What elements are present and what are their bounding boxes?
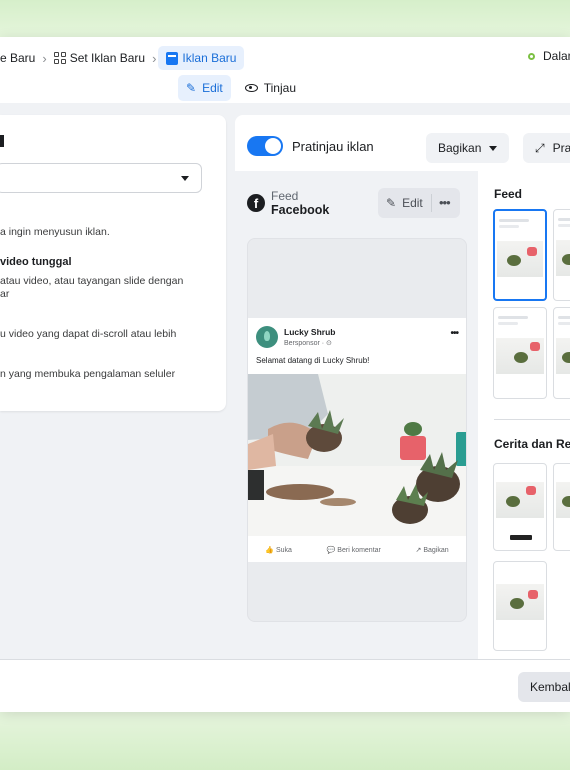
advanced-preview-button[interactable]: ⤢ Pra	[523, 133, 570, 163]
status-indicator: Dalan	[528, 49, 570, 63]
chevron-right-icon: ›	[152, 50, 157, 66]
placement-platform: Facebook	[271, 203, 330, 217]
phone-mockup: Lucky Shrub Bersponsor · ⊙ ••• Selamat d…	[247, 238, 467, 622]
post-caption: Selamat datang di Lucky Shrub!	[256, 356, 370, 365]
status-label: Dalan	[543, 49, 570, 63]
post-share[interactable]: ↗ Bagikan	[416, 546, 449, 554]
format-option-instant-desc: n yang membuka pengalaman seluler	[0, 368, 176, 380]
thumbnail-feed-4[interactable]	[553, 307, 570, 399]
succulent-photo	[248, 374, 466, 536]
format-option-single-desc-2: ar	[0, 288, 10, 300]
breadcrumb-ad-label: Iklan Baru	[182, 51, 237, 65]
breadcrumb-ad[interactable]: Iklan Baru	[158, 46, 245, 70]
thumbnail-instagram-feed[interactable]	[553, 209, 570, 301]
breadcrumb-campaign-label: e Baru	[0, 51, 36, 65]
preview-toggle[interactable]	[247, 136, 283, 156]
ad-preview-panel: Pratinjau iklan Bagikan ⤢ Pra f Feed Fac…	[235, 115, 570, 659]
more-options-icon: •••	[450, 328, 458, 339]
avatar	[256, 326, 278, 348]
caret-down-icon	[181, 176, 189, 181]
tab-review[interactable]: Tinjau	[237, 75, 304, 101]
placement-edit-button[interactable]: ✎ Edit •••	[378, 188, 460, 218]
back-button-label: Kembal	[530, 680, 570, 694]
facebook-icon: f	[247, 194, 265, 212]
divider	[494, 419, 570, 420]
status-dot-icon	[528, 52, 535, 60]
divider	[431, 194, 432, 212]
thumbnail-feed-3[interactable]	[493, 307, 547, 399]
share-button-label: Bagikan	[438, 141, 482, 155]
post-sponsored-label: Bersponsor · ⊙	[284, 340, 332, 347]
ad-setup-card: a ingin menyusun iklan. video tunggal at…	[0, 115, 226, 411]
stories-section-title: Cerita dan Re	[494, 437, 570, 451]
mode-tabs: ✎ Edit Tinjau	[178, 75, 304, 101]
feed-section-title: Feed	[494, 187, 523, 201]
placement-thumbnails: Feed Cerita dan Re	[483, 171, 570, 659]
more-options-icon[interactable]: •••	[439, 195, 451, 210]
format-option-carousel-desc: u video yang dapat di-scroll atau lebih	[0, 328, 177, 340]
share-button[interactable]: Bagikan	[426, 133, 510, 163]
eye-icon	[244, 84, 258, 92]
placement-edit-label: Edit	[402, 196, 423, 210]
thumbnail-facebook-feed[interactable]	[493, 209, 547, 301]
format-option-single-desc: atau video, atau tayangan slide dengan	[0, 275, 184, 287]
main-content: a ingin menyusun iklan. video tunggal at…	[0, 103, 570, 659]
format-option-single-label[interactable]: video tunggal	[0, 255, 72, 269]
format-dropdown[interactable]	[0, 163, 202, 193]
post-actions: 👍 Suka 💬 Beri komentar ↗ Bagikan	[248, 540, 466, 560]
ads-manager-window: e Baru › Set Iklan Baru › Iklan Baru Dal…	[0, 37, 570, 712]
breadcrumb-adset[interactable]: Set Iklan Baru	[49, 46, 150, 70]
placement-preview: f Feed Facebook ✎ Edit ••• Lucky Shrub B…	[235, 171, 478, 659]
format-description: a ingin menyusun iklan.	[0, 226, 110, 238]
post-like[interactable]: 👍 Suka	[265, 546, 292, 554]
thumbnail-story-3[interactable]	[493, 561, 547, 651]
caret-down-icon	[489, 145, 498, 151]
breadcrumb-campaign[interactable]: e Baru	[0, 46, 40, 70]
ad-icon	[166, 51, 179, 65]
breadcrumb-adset-label: Set Iklan Baru	[69, 51, 146, 65]
tab-edit-label: Edit	[202, 81, 223, 95]
chevron-right-icon: ›	[42, 50, 47, 66]
facebook-post: Lucky Shrub Bersponsor · ⊙ ••• Selamat d…	[248, 318, 466, 562]
placement-label: Feed	[271, 189, 299, 203]
advanced-preview-label: Pra	[552, 141, 570, 155]
breadcrumb: e Baru › Set Iklan Baru › Iklan Baru	[0, 43, 245, 73]
tab-edit[interactable]: ✎ Edit	[178, 75, 231, 101]
post-image	[248, 374, 466, 536]
post-page-name: Lucky Shrub	[284, 327, 336, 337]
footer-bar: Kembal	[0, 659, 570, 712]
tab-review-label: Tinjau	[263, 81, 296, 95]
back-button[interactable]: Kembal	[518, 672, 570, 702]
post-comment[interactable]: 💬 Beri komentar	[327, 546, 381, 554]
grid-icon	[53, 52, 66, 64]
preview-toggle-label: Pratinjau iklan	[292, 139, 374, 154]
expand-icon: ⤢	[535, 140, 545, 155]
thumbnail-story-1[interactable]	[493, 463, 547, 551]
card-title-fragment	[0, 135, 4, 147]
pencil-icon: ✎	[186, 81, 197, 95]
pencil-icon: ✎	[386, 196, 397, 210]
thumbnail-story-2[interactable]	[553, 463, 570, 551]
